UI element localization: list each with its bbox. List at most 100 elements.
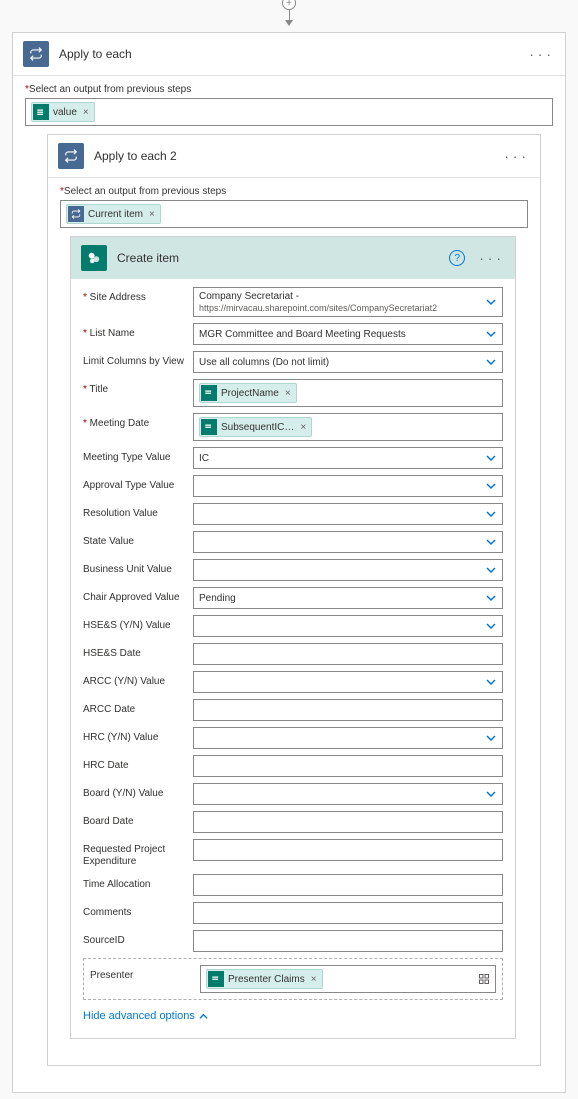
hses-date-label: HSE&S Date: [83, 643, 187, 660]
create-item-card: Create item ? · · · * Site Address Compa…: [70, 236, 516, 1039]
chevron-down-icon: [486, 677, 496, 687]
token-label: value: [53, 107, 77, 118]
sharepoint-token-icon: [33, 104, 49, 120]
state-field[interactable]: [193, 531, 503, 553]
title-label: Title: [90, 384, 109, 395]
chair-approved-field[interactable]: Pending: [193, 587, 503, 609]
comments-label: Comments: [83, 902, 187, 919]
hses-date-field[interactable]: [193, 643, 503, 665]
sharepoint-icon: [81, 245, 107, 271]
limit-columns-field[interactable]: Use all columns (Do not limit): [193, 351, 503, 373]
meeting-type-label: Meeting Type Value: [83, 447, 187, 464]
chair-approved-label: Chair Approved Value: [83, 587, 187, 604]
meeting-type-field[interactable]: IC: [193, 447, 503, 469]
sourceid-label: SourceID: [83, 930, 187, 947]
array-picker-icon[interactable]: [478, 973, 490, 985]
site-address-row: * Site Address Company Secretariat - htt…: [83, 287, 503, 317]
chevron-down-icon: [486, 733, 496, 743]
arcc-yn-label: ARCC (Y/N) Value: [83, 671, 187, 688]
list-name-field[interactable]: MGR Committee and Board Meeting Requests: [193, 323, 503, 345]
meeting-date-field[interactable]: SubsequentIC…×: [193, 413, 503, 441]
hide-advanced-options-link[interactable]: Hide advanced options: [83, 1010, 208, 1022]
comments-field[interactable]: [193, 902, 503, 924]
value-token[interactable]: value ×: [31, 102, 95, 122]
site-address-field[interactable]: Company Secretariat - https://mirvacau.s…: [193, 287, 503, 317]
sharepoint-token-icon: [201, 419, 217, 435]
inner-output-field[interactable]: Current item ×: [60, 200, 528, 228]
presenter-label: Presenter: [90, 965, 194, 982]
apply-to-each-2-title: Apply to each 2: [94, 149, 500, 163]
loop-token-icon: [68, 206, 84, 222]
sourceid-field[interactable]: [193, 930, 503, 952]
menu-button[interactable]: · · ·: [475, 250, 505, 266]
chevron-down-icon: [486, 537, 496, 547]
projectname-token[interactable]: ProjectName×: [199, 383, 297, 403]
time-allocation-label: Time Allocation: [83, 874, 187, 891]
arcc-date-label: ARCC Date: [83, 699, 187, 716]
remove-token-button[interactable]: ×: [311, 974, 317, 985]
outer-output-field[interactable]: value ×: [25, 98, 553, 126]
business-unit-label: Business Unit Value: [83, 559, 187, 576]
apply-to-each-header[interactable]: Apply to each · · ·: [13, 33, 565, 76]
inner-select-label: *Select an output from previous steps: [60, 186, 528, 197]
sharepoint-token-icon: [208, 971, 224, 987]
remove-token-button[interactable]: ×: [149, 209, 155, 220]
list-name-label: List Name: [90, 328, 135, 339]
site-address-label: Site Address: [90, 292, 146, 303]
help-button[interactable]: ?: [449, 250, 465, 266]
business-unit-field[interactable]: [193, 559, 503, 581]
remove-token-button[interactable]: ×: [300, 422, 306, 433]
req-proj-exp-field[interactable]: [193, 839, 503, 861]
current-item-token[interactable]: Current item ×: [66, 204, 161, 224]
board-date-label: Board Date: [83, 811, 187, 828]
resolution-label: Resolution Value: [83, 503, 187, 520]
loop-icon: [23, 41, 49, 67]
chevron-down-icon: [486, 509, 496, 519]
hses-yn-label: HSE&S (Y/N) Value: [83, 615, 187, 632]
chevron-down-icon: [486, 297, 496, 307]
create-item-header[interactable]: Create item ? · · ·: [71, 237, 515, 279]
apply-to-each-2-card: Apply to each 2 · · · *Select an output …: [47, 134, 541, 1066]
sharepoint-token-icon: [201, 385, 217, 401]
title-field[interactable]: ProjectName×: [193, 379, 503, 407]
approval-type-label: Approval Type Value: [83, 475, 187, 492]
state-label: State Value: [83, 531, 187, 548]
hrc-date-field[interactable]: [193, 755, 503, 777]
add-step-button[interactable]: +: [282, 0, 296, 10]
hrc-yn-label: HRC (Y/N) Value: [83, 727, 187, 744]
board-date-field[interactable]: [193, 811, 503, 833]
hses-yn-field[interactable]: [193, 615, 503, 637]
meeting-date-label: Meeting Date: [90, 418, 149, 429]
presenter-field[interactable]: Presenter Claims ×: [200, 965, 496, 993]
hrc-date-label: HRC Date: [83, 755, 187, 772]
limit-columns-label: Limit Columns by View: [83, 351, 187, 368]
req-proj-exp-label: Requested Project Expenditure: [83, 839, 187, 868]
apply-to-each-title: Apply to each: [59, 47, 525, 61]
apply-to-each-2-header[interactable]: Apply to each 2 · · ·: [48, 135, 540, 178]
create-item-title: Create item: [117, 251, 449, 265]
remove-token-button[interactable]: ×: [83, 107, 89, 118]
arcc-yn-field[interactable]: [193, 671, 503, 693]
menu-button[interactable]: · · ·: [500, 148, 530, 164]
approval-type-field[interactable]: [193, 475, 503, 497]
chevron-down-icon: [486, 621, 496, 631]
menu-button[interactable]: · · ·: [525, 46, 555, 62]
arrow-down-icon: [285, 20, 293, 26]
chevron-down-icon: [486, 565, 496, 575]
loop-icon: [58, 143, 84, 169]
board-yn-field[interactable]: [193, 783, 503, 805]
apply-to-each-card: Apply to each · · · *Select an output fr…: [12, 32, 566, 1093]
remove-token-button[interactable]: ×: [285, 388, 291, 399]
time-allocation-field[interactable]: [193, 874, 503, 896]
board-yn-label: Board (Y/N) Value: [83, 783, 187, 800]
chevron-up-icon: [199, 1012, 208, 1021]
hrc-yn-field[interactable]: [193, 727, 503, 749]
token-label: Current item: [88, 209, 143, 220]
presenter-claims-token[interactable]: Presenter Claims ×: [206, 969, 323, 989]
connector-line: [0, 10, 578, 20]
resolution-field[interactable]: [193, 503, 503, 525]
subsequent-ic-token[interactable]: SubsequentIC…×: [199, 417, 312, 437]
chevron-down-icon: [486, 481, 496, 491]
arcc-date-field[interactable]: [193, 699, 503, 721]
outer-select-label: *Select an output from previous steps: [25, 84, 553, 95]
